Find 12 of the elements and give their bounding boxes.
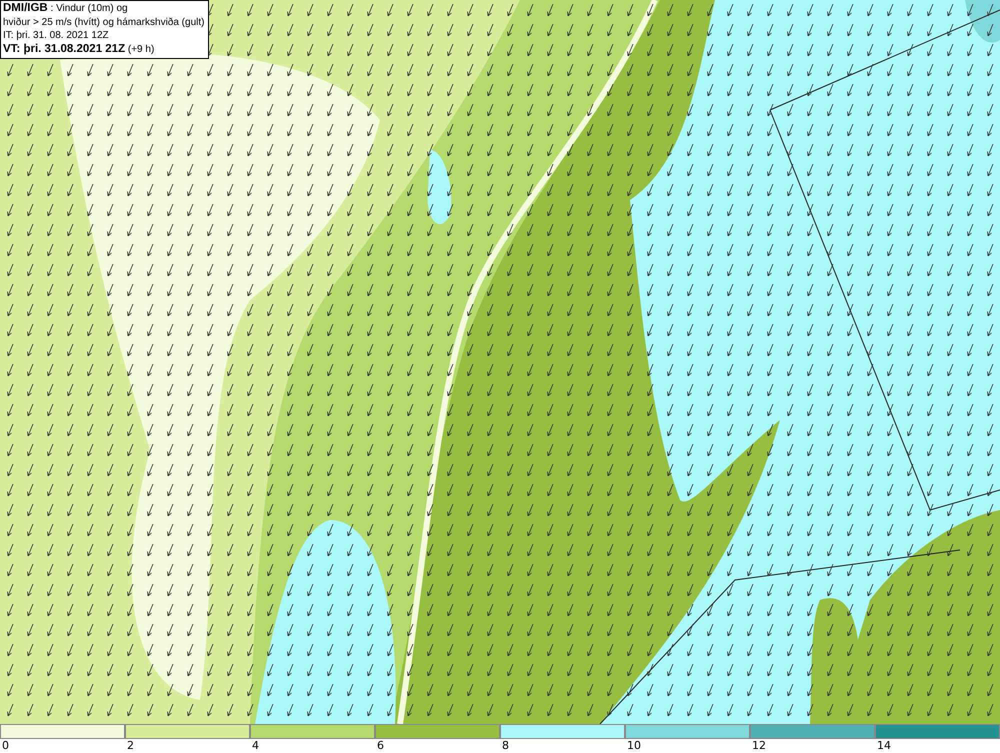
legend-tick-label: 2	[127, 739, 134, 753]
legend-tick-label: 10	[627, 739, 641, 753]
info-text: DMI/IGB : Vindur (10m) og	[3, 2, 129, 16]
legend-tick-label: 14	[877, 739, 891, 753]
info-text: IT: þri. 31. 08. 2021 12Z	[3, 29, 110, 42]
legend-tick-label: 6	[377, 739, 384, 753]
legend-tick-label: 0	[2, 739, 9, 753]
legend-tick-label: 4	[252, 739, 259, 753]
info-text: hviður > 25 m/s (hvítt) og hámarkshviða (gult)	[3, 16, 204, 29]
info-text: VT: þri. 31.08.2021 21Z (+9 h)	[3, 42, 156, 56]
legend-tick-label: 8	[502, 739, 509, 753]
legend-tick-label: 12	[752, 739, 766, 753]
